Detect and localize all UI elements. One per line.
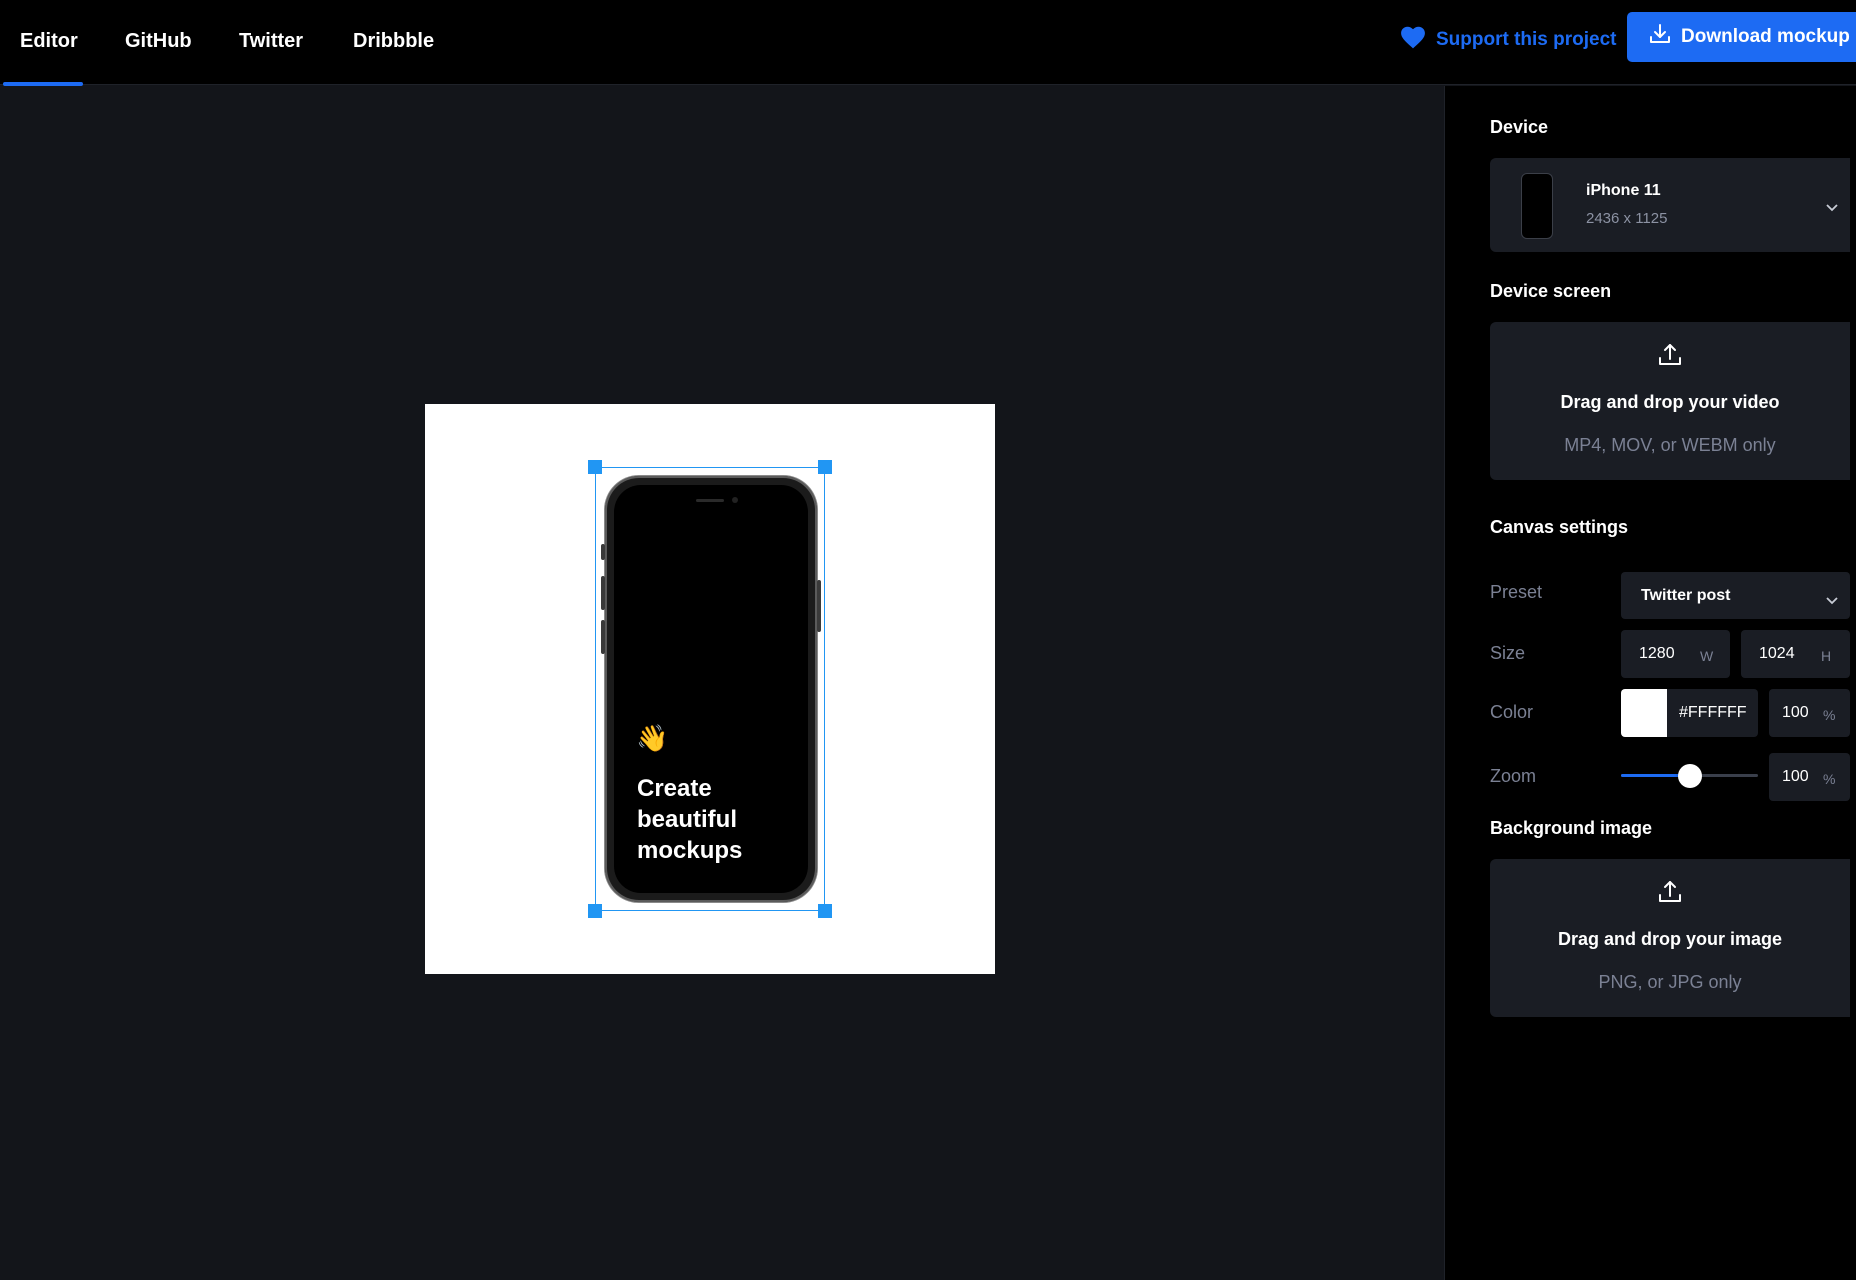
canvas-settings-title: Canvas settings xyxy=(1490,517,1629,537)
tab-twitter[interactable]: Twitter xyxy=(239,0,303,85)
top-navigation-bar: Editor GitHub Twitter Dribbble Support t… xyxy=(0,0,1856,86)
device-thumbnail xyxy=(1521,173,1553,239)
color-opacity-input[interactable]: 100 % xyxy=(1769,689,1850,737)
height-unit: H xyxy=(1821,648,1832,664)
color-hex-input[interactable]: #FFFFFF xyxy=(1667,689,1758,737)
zoom-value: 100 xyxy=(1782,768,1809,785)
support-project-link[interactable]: Support this project xyxy=(1400,24,1617,56)
canvas-area: 👋 Create beautiful mockups xyxy=(0,86,1444,1280)
background-image-section-title: Background image xyxy=(1490,818,1653,838)
download-label: Download mockup xyxy=(1681,26,1850,47)
zoom-slider-knob[interactable] xyxy=(1678,764,1702,788)
color-hex-value: #FFFFFF xyxy=(1679,704,1747,721)
chevron-down-icon xyxy=(1826,199,1838,217)
height-value: 1024 xyxy=(1759,645,1795,662)
selection-box xyxy=(595,467,825,911)
support-label: Support this project xyxy=(1436,29,1617,50)
device-resolution: 2436 x 1125 xyxy=(1586,210,1668,227)
preset-value: Twitter post xyxy=(1641,587,1731,604)
tab-editor[interactable]: Editor xyxy=(20,0,78,85)
artboard[interactable]: 👋 Create beautiful mockups xyxy=(425,404,995,974)
height-input[interactable]: 1024 H xyxy=(1741,630,1850,678)
download-mockup-button[interactable]: Download mockup xyxy=(1627,12,1856,62)
image-drop-zone[interactable]: Drag and drop your image PNG, or JPG onl… xyxy=(1490,859,1850,1017)
video-drop-zone[interactable]: Drag and drop your video MP4, MOV, or WE… xyxy=(1490,322,1850,480)
width-unit: W xyxy=(1700,648,1714,664)
tab-github[interactable]: GitHub xyxy=(125,0,192,85)
resize-handle-top-left[interactable] xyxy=(588,460,602,474)
image-drop-title: Drag and drop your image xyxy=(1557,929,1783,949)
upload-icon xyxy=(1657,342,1683,373)
download-icon xyxy=(1649,23,1671,51)
device-select[interactable]: iPhone 11 2436 x 1125 xyxy=(1490,158,1850,252)
color-opacity-value: 100 xyxy=(1782,704,1809,721)
width-input[interactable]: 1280 W xyxy=(1621,630,1730,678)
zoom-input[interactable]: 100 % xyxy=(1769,753,1850,801)
device-screen-section-title: Device screen xyxy=(1490,281,1612,301)
device-name: iPhone 11 xyxy=(1586,182,1661,199)
width-value: 1280 xyxy=(1639,645,1675,662)
video-drop-subtitle: MP4, MOV, or WEBM only xyxy=(1564,435,1776,455)
color-opacity-unit: % xyxy=(1823,707,1836,723)
zoom-unit: % xyxy=(1823,771,1836,787)
upload-icon xyxy=(1657,879,1683,910)
heart-icon xyxy=(1400,25,1426,55)
settings-sidebar: Device iPhone 11 2436 x 1125 Device scre… xyxy=(1444,86,1856,1280)
resize-handle-bottom-right[interactable] xyxy=(818,904,832,918)
size-label: Size xyxy=(1490,643,1526,663)
chevron-down-icon xyxy=(1826,592,1838,610)
preset-select[interactable]: Twitter post xyxy=(1621,572,1850,619)
tab-dribbble[interactable]: Dribbble xyxy=(353,0,434,85)
color-label: Color xyxy=(1490,702,1534,722)
preset-label: Preset xyxy=(1490,582,1543,602)
color-swatch[interactable] xyxy=(1621,689,1667,737)
device-section-title: Device xyxy=(1490,117,1549,137)
image-drop-subtitle: PNG, or JPG only xyxy=(1598,972,1742,992)
resize-handle-bottom-left[interactable] xyxy=(588,904,602,918)
resize-handle-top-right[interactable] xyxy=(818,460,832,474)
video-drop-title: Drag and drop your video xyxy=(1560,392,1780,412)
zoom-label: Zoom xyxy=(1490,766,1537,786)
